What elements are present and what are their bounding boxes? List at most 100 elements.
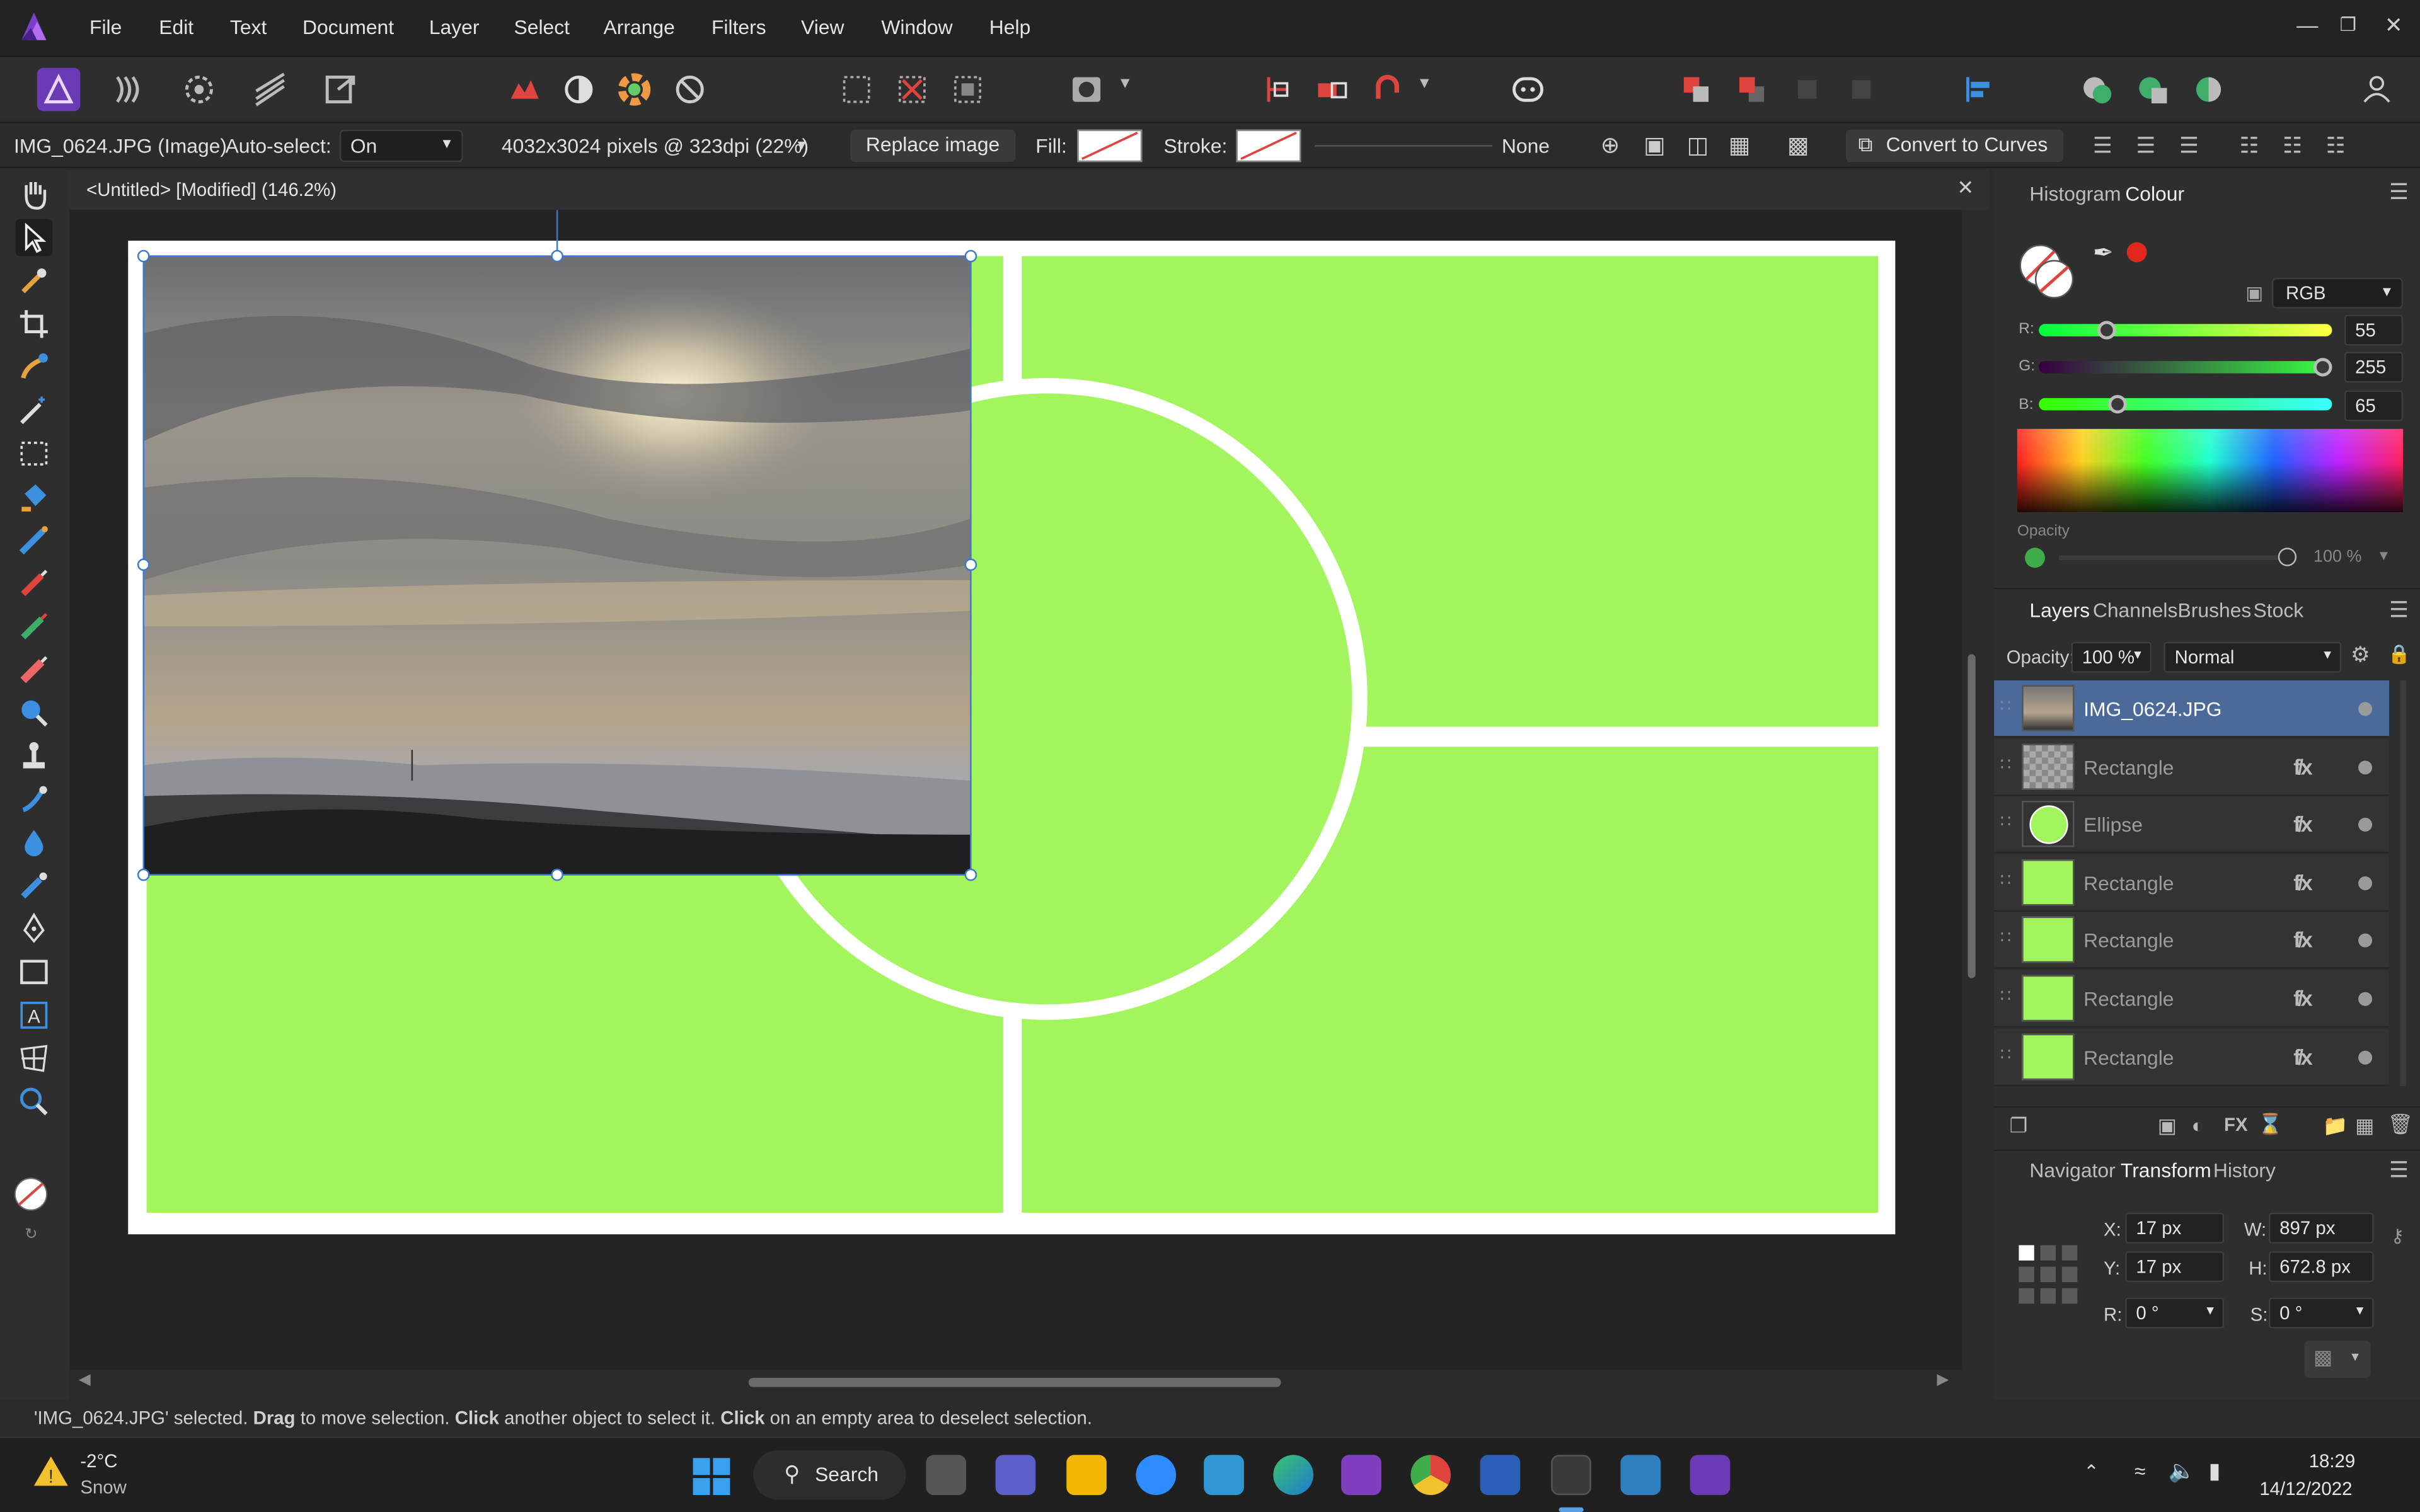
- eyedropper-icon[interactable]: ✒: [2093, 238, 2114, 268]
- visibility-icon[interactable]: [2358, 876, 2373, 890]
- menu-edit[interactable]: Edit: [159, 15, 193, 38]
- gear-icon[interactable]: ⚙: [2351, 642, 2370, 668]
- snapping-icon[interactable]: [1256, 68, 1299, 112]
- selection-brush-tool-icon[interactable]: [15, 348, 52, 386]
- align-center-icon[interactable]: ☰: [2136, 133, 2155, 159]
- document-tab[interactable]: <Untitled> [Modified] (146.2%) ✕: [69, 169, 1990, 210]
- fx-icon[interactable]: f̸x: [2293, 870, 2312, 895]
- intersect-shape-icon[interactable]: [2187, 68, 2230, 112]
- hand-tool-icon[interactable]: [15, 176, 52, 213]
- tab-brushes[interactable]: Brushes: [2178, 598, 2252, 622]
- blur-tool-icon[interactable]: [15, 824, 52, 861]
- blend-mode-dropdown[interactable]: Normal ▼: [2164, 641, 2342, 673]
- tab-layers[interactable]: Layers: [2029, 598, 2090, 622]
- close-document-icon[interactable]: ✕: [1957, 176, 1974, 200]
- menu-text[interactable]: Text: [230, 15, 267, 38]
- move-tool-icon[interactable]: [15, 219, 53, 256]
- wifi-icon[interactable]: ≈: [2135, 1460, 2145, 1483]
- volume-icon[interactable]: 🔈: [2169, 1458, 2196, 1484]
- b-slider[interactable]: [2039, 394, 2332, 414]
- snipping-tool-icon[interactable]: [1551, 1455, 1591, 1496]
- zoom-tool-icon[interactable]: [15, 1083, 52, 1120]
- menu-help[interactable]: Help: [989, 15, 1031, 38]
- battery-icon[interactable]: ▮: [2209, 1458, 2221, 1484]
- clone-tool-icon[interactable]: [15, 738, 52, 775]
- subtract-shape-icon[interactable]: [2131, 68, 2175, 112]
- align-top-icon[interactable]: ☷: [2239, 133, 2259, 159]
- tab-history[interactable]: History: [2213, 1159, 2276, 1182]
- h-field[interactable]: 672.8 px: [2269, 1251, 2374, 1283]
- restore-icon[interactable]: ❐: [2340, 14, 2356, 35]
- y-field[interactable]: 17 px: [2125, 1251, 2225, 1283]
- show-rotation-icon[interactable]: ▣: [1644, 131, 1666, 159]
- align-icon[interactable]: [1957, 68, 2000, 112]
- visibility-icon[interactable]: [2358, 1050, 2373, 1064]
- align-middle-icon[interactable]: ☷: [2283, 133, 2302, 159]
- levels-icon[interactable]: [503, 68, 546, 112]
- word-icon[interactable]: [1480, 1455, 1521, 1496]
- insert-behind-icon[interactable]: [1310, 68, 1354, 112]
- align-left-icon[interactable]: ☰: [2093, 133, 2112, 159]
- mesh-warp-tool-icon[interactable]: [15, 1040, 52, 1077]
- transform-options-button[interactable]: ▩ ▼: [2304, 1341, 2371, 1378]
- photo-persona-icon[interactable]: [37, 67, 81, 112]
- chevron-down-icon[interactable]: ▼: [795, 137, 809, 152]
- chevron-down-icon[interactable]: ▼: [2377, 547, 2390, 563]
- opacity-slider-handle[interactable]: [2278, 547, 2297, 566]
- auto-select-dropdown[interactable]: On ▼: [339, 129, 463, 163]
- flood-fill-tool-icon[interactable]: [15, 478, 52, 515]
- menu-view[interactable]: View: [801, 15, 844, 38]
- vertical-scrollbar-thumb[interactable]: [1968, 654, 1976, 978]
- chevron-down-icon[interactable]: ▼: [1117, 76, 1132, 93]
- tab-transform[interactable]: Transform: [2121, 1159, 2211, 1182]
- taskbar-search[interactable]: ⚲ Search: [753, 1450, 906, 1500]
- quick-mask-icon[interactable]: [1065, 68, 1109, 112]
- drag-handle-icon[interactable]: ∷: [2000, 928, 2011, 948]
- shear-field[interactable]: 0 ° ▼: [2269, 1297, 2374, 1329]
- chevron-down-icon[interactable]: ▼: [1417, 76, 1432, 93]
- erase-brush-tool-icon[interactable]: [15, 651, 52, 688]
- account-icon[interactable]: [2355, 68, 2399, 112]
- g-slider[interactable]: [2039, 358, 2332, 377]
- deselect-icon[interactable]: [890, 68, 934, 112]
- drag-handle-icon[interactable]: ∷: [2000, 812, 2011, 832]
- clock-date[interactable]: 14/12/2022: [2259, 1478, 2352, 1499]
- tab-colour[interactable]: Colour: [2125, 182, 2184, 205]
- microsoft-store-icon[interactable]: [1204, 1455, 1244, 1496]
- file-explorer-icon[interactable]: [1066, 1455, 1107, 1496]
- panel-menu-icon[interactable]: ☰: [2389, 179, 2409, 205]
- drag-handle-icon[interactable]: ∷: [2000, 754, 2011, 774]
- visibility-icon[interactable]: [2358, 992, 2373, 1006]
- panel-menu-icon[interactable]: ☰: [2389, 597, 2409, 624]
- live-filter-icon[interactable]: FX: [2224, 1114, 2248, 1135]
- stroke-swatch[interactable]: [1236, 129, 1301, 163]
- drag-handle-icon[interactable]: ∷: [2000, 696, 2011, 716]
- r-slider-handle[interactable]: [2098, 321, 2117, 340]
- add-pixel-layer-icon[interactable]: ▦: [2355, 1114, 2374, 1138]
- menu-file[interactable]: File: [89, 15, 122, 38]
- notepad-icon[interactable]: [1620, 1455, 1661, 1496]
- windows-start-icon[interactable]: [691, 1457, 732, 1497]
- visibility-icon[interactable]: [2358, 760, 2373, 774]
- panel-menu-icon[interactable]: ☰: [2389, 1157, 2409, 1184]
- move-to-front-icon[interactable]: [1840, 68, 1883, 112]
- white-balance-icon[interactable]: [668, 68, 712, 112]
- color-replacement-tool-icon[interactable]: [15, 608, 52, 645]
- layer-row[interactable]: ∷ Rectangle f̸x: [1994, 970, 2390, 1028]
- onenote-icon[interactable]: [1341, 1455, 1381, 1496]
- assistant-icon[interactable]: [1506, 68, 1550, 112]
- colour-wheel-icon[interactable]: [613, 68, 656, 112]
- fit-icon[interactable]: ▩: [1787, 131, 1809, 159]
- edge-browser-icon[interactable]: [1273, 1455, 1314, 1496]
- layer-row[interactable]: ∷ Rectangle f̸x: [1994, 854, 2390, 912]
- horizontal-scrollbar-thumb[interactable]: [748, 1377, 1281, 1387]
- g-value-field[interactable]: 255: [2344, 352, 2404, 383]
- drag-handle-icon[interactable]: ∷: [2000, 1044, 2011, 1063]
- menu-document[interactable]: Document: [302, 15, 394, 38]
- pixel-info-dropdown[interactable]: 4032x3024 pixels @ 323dpi (22%): [502, 134, 809, 158]
- transform-origin-icon[interactable]: ⊕: [1601, 131, 1620, 159]
- horizontal-scrollbar[interactable]: ◀ ▶: [69, 1370, 1962, 1395]
- fx-icon[interactable]: f̸x: [2293, 812, 2312, 837]
- visibility-icon[interactable]: [2358, 934, 2373, 948]
- tab-histogram[interactable]: Histogram: [2029, 182, 2121, 205]
